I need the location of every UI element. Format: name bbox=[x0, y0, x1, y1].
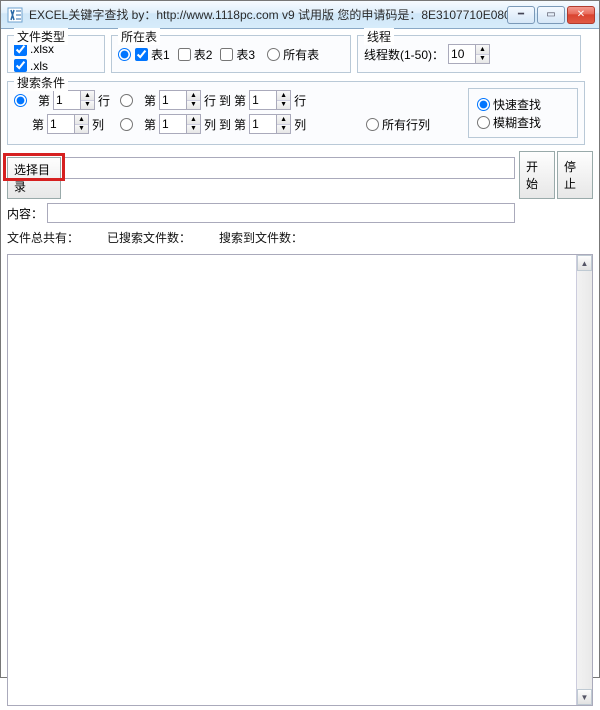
filetype-group: 文件类型 .xlsx .xls bbox=[7, 35, 105, 73]
all-rowcol-radio[interactable]: 所有行列 bbox=[366, 116, 430, 133]
results-area: ▲ ▼ bbox=[7, 254, 593, 706]
single-row-radio[interactable] bbox=[14, 94, 27, 107]
start-button[interactable]: 开始 bbox=[519, 151, 555, 199]
sheets-legend: 所在表 bbox=[118, 28, 160, 45]
row-range-radio[interactable] bbox=[120, 94, 133, 107]
fast-search-radio[interactable]: 快速查找 bbox=[477, 96, 561, 113]
status-bar: 文件总共有： 已搜索文件数： 搜索到文件数： bbox=[7, 229, 593, 250]
status-total: 文件总共有： bbox=[7, 229, 79, 246]
sheets-specific-radio[interactable] bbox=[118, 48, 131, 61]
col-to-spinner[interactable]: 1▲▼ bbox=[249, 114, 291, 134]
search-legend: 搜索条件 bbox=[14, 74, 68, 91]
vertical-scrollbar[interactable]: ▲ ▼ bbox=[576, 255, 592, 705]
choose-dir-button[interactable]: 选择目录 bbox=[7, 157, 61, 199]
col-single-spinner[interactable]: 1▲▼ bbox=[47, 114, 89, 134]
xls-checkbox[interactable]: .xls bbox=[14, 59, 48, 73]
col-range-radio[interactable] bbox=[120, 118, 133, 131]
threads-spinner[interactable]: 10 ▲▼ bbox=[448, 44, 490, 64]
status-searched: 已搜索文件数： bbox=[107, 229, 191, 246]
maximize-button[interactable]: ▭ bbox=[537, 6, 565, 24]
row-from-spinner[interactable]: 1▲▼ bbox=[159, 90, 201, 110]
col-from-spinner[interactable]: 1▲▼ bbox=[159, 114, 201, 134]
sheet2-checkbox[interactable]: 表2 bbox=[178, 46, 213, 63]
threads-legend: 线程 bbox=[364, 28, 394, 45]
content-input[interactable] bbox=[47, 203, 515, 223]
scrollbar-track[interactable] bbox=[577, 271, 592, 689]
search-mode-group: 快速查找 模糊查找 bbox=[468, 88, 578, 138]
row-single-spinner[interactable]: 1▲▼ bbox=[53, 90, 95, 110]
content-label: 内容： bbox=[7, 205, 43, 222]
window-controls: ━ ▭ ✕ bbox=[507, 6, 595, 24]
stop-button[interactable]: 停止 bbox=[557, 151, 593, 199]
window-title: EXCEL关键字查找 by：http://www.1118pc.com v9 试… bbox=[29, 6, 507, 23]
fuzzy-search-radio[interactable]: 模糊查找 bbox=[477, 114, 561, 131]
scroll-down-icon[interactable]: ▼ bbox=[577, 689, 592, 705]
sheets-all-radio[interactable]: 所有表 bbox=[267, 46, 319, 63]
sheet3-checkbox[interactable]: 表3 bbox=[220, 46, 255, 63]
minimize-button[interactable]: ━ bbox=[507, 6, 535, 24]
search-group: 搜索条件 第 1▲▼ 行 第 1▲▼ 行 到 第 1▲▼ 行 bbox=[7, 81, 585, 145]
sheets-group: 所在表 表1 表2 表3 所有表 bbox=[111, 35, 351, 73]
status-found: 搜索到文件数： bbox=[219, 229, 303, 246]
threads-group: 线程 线程数(1-50)： 10 ▲▼ bbox=[357, 35, 581, 73]
filetype-legend: 文件类型 bbox=[14, 28, 68, 45]
scroll-up-icon[interactable]: ▲ bbox=[577, 255, 592, 271]
close-button[interactable]: ✕ bbox=[567, 6, 595, 24]
row-to-spinner[interactable]: 1▲▼ bbox=[249, 90, 291, 110]
titlebar: EXCEL关键字查找 by：http://www.1118pc.com v9 试… bbox=[1, 1, 599, 29]
dir-input[interactable] bbox=[63, 157, 515, 179]
app-icon bbox=[7, 7, 23, 23]
threads-label: 线程数(1-50)： bbox=[364, 46, 444, 63]
spinner-down-icon[interactable]: ▼ bbox=[476, 55, 489, 64]
sheet1-checkbox[interactable]: 表1 bbox=[135, 46, 170, 63]
spinner-up-icon[interactable]: ▲ bbox=[476, 45, 489, 55]
